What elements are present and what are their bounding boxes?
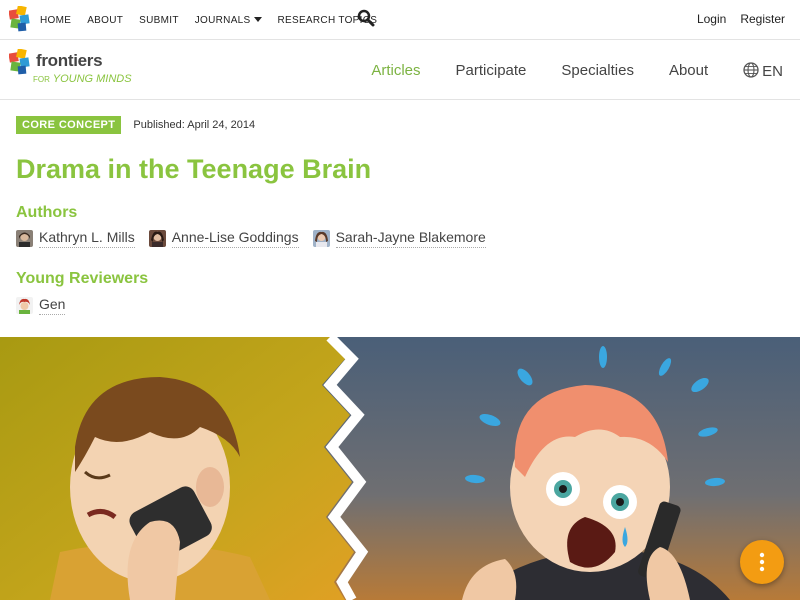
language-selector[interactable]: EN <box>743 61 783 80</box>
caret-down-icon <box>253 16 262 22</box>
frontiers-logo-mark <box>9 49 30 75</box>
author-avatar <box>148 230 166 247</box>
authors-list: Kathryn L. Mills Anne-Lise Goddings Sara… <box>16 229 500 248</box>
article-title: Drama in the Teenage Brain <box>16 154 372 184</box>
register-link[interactable]: Register <box>740 12 785 26</box>
tagline-for: FOR <box>33 75 50 84</box>
nav-about[interactable]: About <box>669 62 708 79</box>
search-icon[interactable] <box>357 9 375 27</box>
nav-participate[interactable]: Participate <box>456 62 527 79</box>
top-nav: HOME ABOUT SUBMIT JOURNALS RESEARCH TOPI… <box>40 0 393 40</box>
author-item[interactable]: Kathryn L. Mills <box>16 229 135 248</box>
top-nav-submit[interactable]: SUBMIT <box>139 15 179 26</box>
brand-tagline: FOR YOUNG MINDS <box>33 73 132 85</box>
top-bar: HOME ABOUT SUBMIT JOURNALS RESEARCH TOPI… <box>0 0 800 40</box>
article-type-badge[interactable]: CORE CONCEPT <box>16 116 122 134</box>
reviewers-heading: Young Reviewers <box>16 270 149 287</box>
author-item[interactable]: Sarah-Jayne Blakemore <box>312 229 486 248</box>
tagline-name: YOUNG MINDS <box>52 73 132 85</box>
top-nav-journals-label: JOURNALS <box>194 14 251 26</box>
published-date: Published: April 24, 2014 <box>133 119 256 131</box>
author-name: Kathryn L. Mills <box>39 229 135 248</box>
language-code: EN <box>762 62 783 80</box>
top-nav-about[interactable]: ABOUT <box>87 15 123 26</box>
reviewers-list: Gen <box>16 296 79 315</box>
hero-illustration <box>0 337 800 600</box>
teen-phone-illustration <box>0 337 800 600</box>
brand-name: frontiers <box>36 51 103 70</box>
reviewer-name: Gen <box>39 296 66 315</box>
reviewer-avatar <box>16 297 33 314</box>
author-name: Anne-Lise Goddings <box>171 229 299 248</box>
more-vertical-icon <box>759 552 765 572</box>
author-item[interactable]: Anne-Lise Goddings <box>148 229 299 248</box>
frontiers-logo[interactable] <box>9 6 31 32</box>
frontiers-young-minds-logo[interactable]: frontiers FOR YOUNG MINDS <box>9 49 139 93</box>
author-avatar <box>16 230 33 247</box>
login-link[interactable]: Login <box>697 12 726 26</box>
author-avatar <box>312 230 330 247</box>
nav-specialties[interactable]: Specialties <box>561 62 634 79</box>
more-options-button[interactable] <box>740 540 784 584</box>
top-nav-journals[interactable]: JOURNALS <box>195 15 262 26</box>
author-name: Sarah-Jayne Blakemore <box>335 229 486 248</box>
account-links: Login Register <box>683 0 785 38</box>
top-nav-home[interactable]: HOME <box>40 15 71 26</box>
authors-heading: Authors <box>16 204 78 221</box>
main-nav-links: Articles Participate Specialties About E… <box>336 41 783 100</box>
article-meta: CORE CONCEPT Published: April 24, 2014 <box>16 116 255 134</box>
main-nav: frontiers FOR YOUNG MINDS Articles Parti… <box>0 41 800 100</box>
nav-articles[interactable]: Articles <box>371 62 420 79</box>
globe-icon <box>743 61 759 78</box>
reviewer-item[interactable]: Gen <box>16 296 66 315</box>
